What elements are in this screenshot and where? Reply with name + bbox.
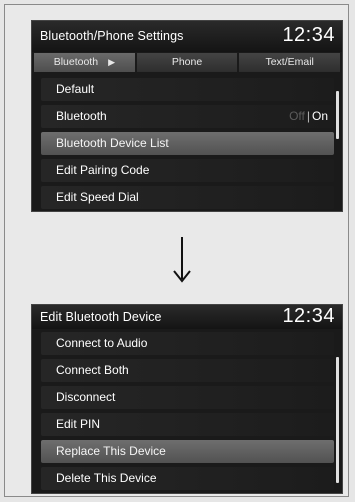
tab-label: Text/Email bbox=[265, 56, 314, 68]
menu-item-label: Connect to Audio bbox=[56, 336, 148, 350]
title-bar: Edit Bluetooth Device 12:34 bbox=[32, 305, 342, 329]
bluetooth-toggle[interactable]: Off | On bbox=[289, 105, 328, 128]
edit-bluetooth-device-screen: Edit Bluetooth Device 12:34 Connect to A… bbox=[31, 304, 343, 494]
menu-item-replace-this-device[interactable]: Replace This Device bbox=[41, 440, 334, 463]
tab-arrow-icon: ▶ bbox=[108, 57, 115, 67]
clock: 12:34 bbox=[282, 24, 335, 46]
toggle-separator: | bbox=[306, 109, 310, 123]
menu-item-edit-speed-dial[interactable]: Edit Speed Dial bbox=[41, 186, 334, 209]
menu-item-disconnect[interactable]: Disconnect bbox=[41, 386, 334, 409]
device-options-list: Connect to Audio Connect Both Disconnect… bbox=[32, 332, 342, 493]
menu-item-default[interactable]: Default bbox=[41, 78, 334, 101]
menu-item-bluetooth-device-list[interactable]: Bluetooth Device List bbox=[41, 132, 334, 155]
toggle-on-label: On bbox=[311, 109, 328, 123]
menu-item-bluetooth[interactable]: Bluetooth Off | On bbox=[41, 105, 334, 128]
menu-item-label: Connect Both bbox=[56, 363, 129, 377]
menu-item-label: Bluetooth bbox=[56, 109, 107, 123]
figure-frame: Bluetooth/Phone Settings 12:34 Bluetooth… bbox=[4, 4, 349, 497]
tab-bluetooth[interactable]: Bluetooth ▶ bbox=[34, 53, 135, 72]
scrollbar[interactable] bbox=[336, 91, 339, 139]
title-bar: Bluetooth/Phone Settings 12:34 bbox=[32, 21, 342, 52]
menu-item-connect-to-audio[interactable]: Connect to Audio bbox=[41, 332, 334, 355]
menu-item-label: Delete This Device bbox=[56, 471, 157, 485]
screen-title: Bluetooth/Phone Settings bbox=[40, 29, 184, 43]
menu-item-delete-this-device[interactable]: Delete This Device bbox=[41, 467, 334, 490]
menu-item-connect-both[interactable]: Connect Both bbox=[41, 359, 334, 382]
tab-bar: Bluetooth ▶ Phone Text/Email bbox=[32, 52, 342, 73]
settings-list: Default Bluetooth Off | On Bluetooth Devic… bbox=[32, 78, 342, 211]
menu-item-label: Edit Speed Dial bbox=[56, 190, 139, 204]
tab-phone[interactable]: Phone bbox=[136, 53, 238, 72]
tab-label: Phone bbox=[171, 56, 203, 68]
menu-item-label: Bluetooth Device List bbox=[56, 136, 169, 150]
menu-item-label: Edit Pairing Code bbox=[56, 163, 150, 177]
down-arrow-icon bbox=[173, 237, 191, 283]
scrollbar[interactable] bbox=[336, 357, 339, 483]
clock: 12:34 bbox=[282, 305, 335, 327]
tab-label: Bluetooth bbox=[53, 56, 99, 68]
menu-item-label: Edit PIN bbox=[56, 417, 101, 431]
menu-item-edit-pin[interactable]: Edit PIN bbox=[41, 413, 334, 436]
menu-item-edit-pairing-code[interactable]: Edit Pairing Code bbox=[41, 159, 334, 182]
toggle-off-label: Off bbox=[289, 109, 305, 123]
menu-item-label: Disconnect bbox=[56, 390, 116, 404]
screen-title: Edit Bluetooth Device bbox=[40, 310, 162, 324]
bluetooth-phone-settings-screen: Bluetooth/Phone Settings 12:34 Bluetooth… bbox=[31, 20, 343, 212]
menu-item-label: Replace This Device bbox=[56, 444, 166, 458]
menu-item-label: Default bbox=[56, 82, 95, 96]
tab-text-email[interactable]: Text/Email bbox=[239, 53, 341, 72]
